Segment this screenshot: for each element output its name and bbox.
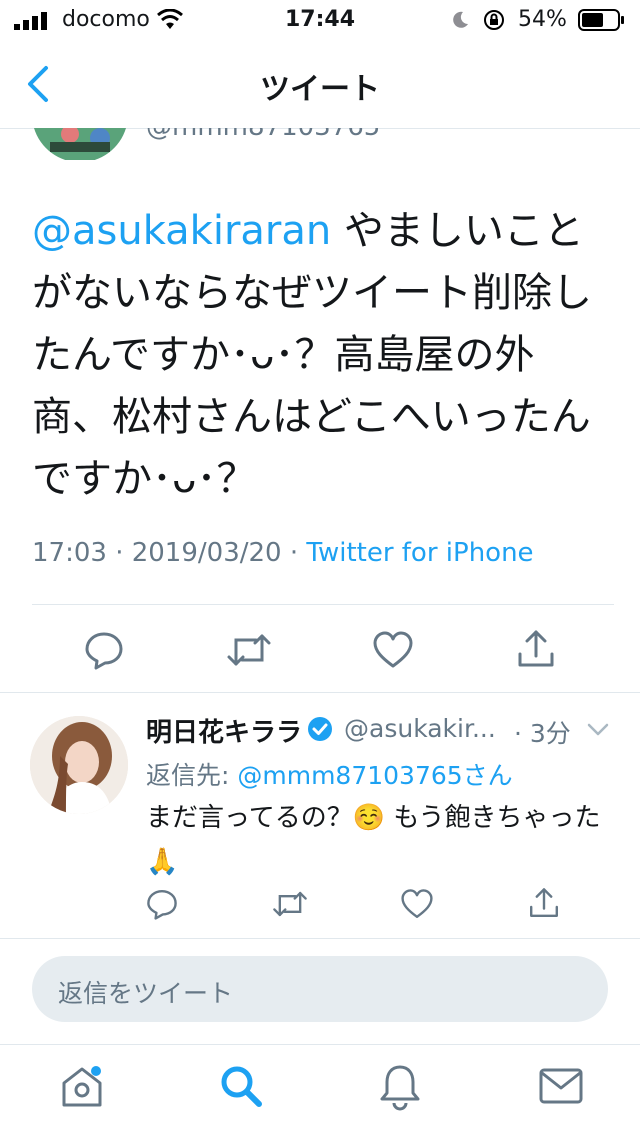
share-icon[interactable] <box>516 628 556 670</box>
reply-to: 返信先: @mmm87103765さん <box>146 756 513 792</box>
reply-text: まだ言ってるの？☺️ もう飽きちゃった🙏 <box>146 803 601 877</box>
battery-icon <box>578 9 624 31</box>
share-icon[interactable] <box>528 886 560 920</box>
author-handle-partial: @mmm87103765 <box>146 128 380 142</box>
reply-compose-field[interactable]: 返信をツイート <box>32 956 608 1022</box>
status-bar: docomo 17:44 54% <box>0 0 640 40</box>
reply-to-label: 返信先: <box>146 761 238 790</box>
tab-bar <box>0 1045 640 1136</box>
home-icon[interactable] <box>58 1063 106 1111</box>
tweet-timestamp: 17:03 · 2019/03/20 · <box>32 538 307 568</box>
moon-icon <box>453 11 468 28</box>
divider <box>0 938 640 939</box>
reply-icon[interactable] <box>146 888 178 920</box>
tweet-mention[interactable]: @asukakiraran <box>32 208 331 254</box>
orientation-lock-icon <box>484 10 504 30</box>
divider <box>0 692 640 693</box>
reply-author-handle[interactable]: @asukakir... <box>344 714 496 743</box>
tweet-meta: 17:03 · 2019/03/20 · Twitter for iPhone <box>32 538 534 568</box>
mail-icon[interactable] <box>538 1067 584 1105</box>
tweet-source[interactable]: Twitter for iPhone <box>306 538 533 568</box>
navigation-bar: ツイート <box>0 40 640 129</box>
author-avatar-partial[interactable] <box>30 128 130 160</box>
reply-to-mention[interactable]: @mmm87103765さん <box>237 761 512 790</box>
page-title: ツイート <box>260 72 380 107</box>
heart-icon[interactable] <box>372 630 414 670</box>
retweet-icon[interactable] <box>226 630 272 670</box>
reply-icon[interactable] <box>84 630 124 670</box>
verified-badge-icon <box>308 717 332 741</box>
battery-percent: 54% <box>518 7 567 32</box>
chevron-down-icon[interactable] <box>586 722 610 738</box>
avatar[interactable] <box>30 716 128 814</box>
retweet-icon[interactable] <box>272 888 308 920</box>
bell-icon[interactable] <box>378 1063 422 1111</box>
reply-time: · 3分 <box>514 719 571 748</box>
reply-author-name[interactable]: 明日花キララ <box>146 712 302 749</box>
compose-placeholder: 返信をツイート <box>58 979 234 1008</box>
divider <box>32 604 614 605</box>
heart-icon[interactable] <box>400 888 434 920</box>
tweet-text: @asukakiraran やましいことがないならなぜツイート削除したんですか･… <box>32 200 612 510</box>
search-icon[interactable] <box>218 1063 264 1109</box>
